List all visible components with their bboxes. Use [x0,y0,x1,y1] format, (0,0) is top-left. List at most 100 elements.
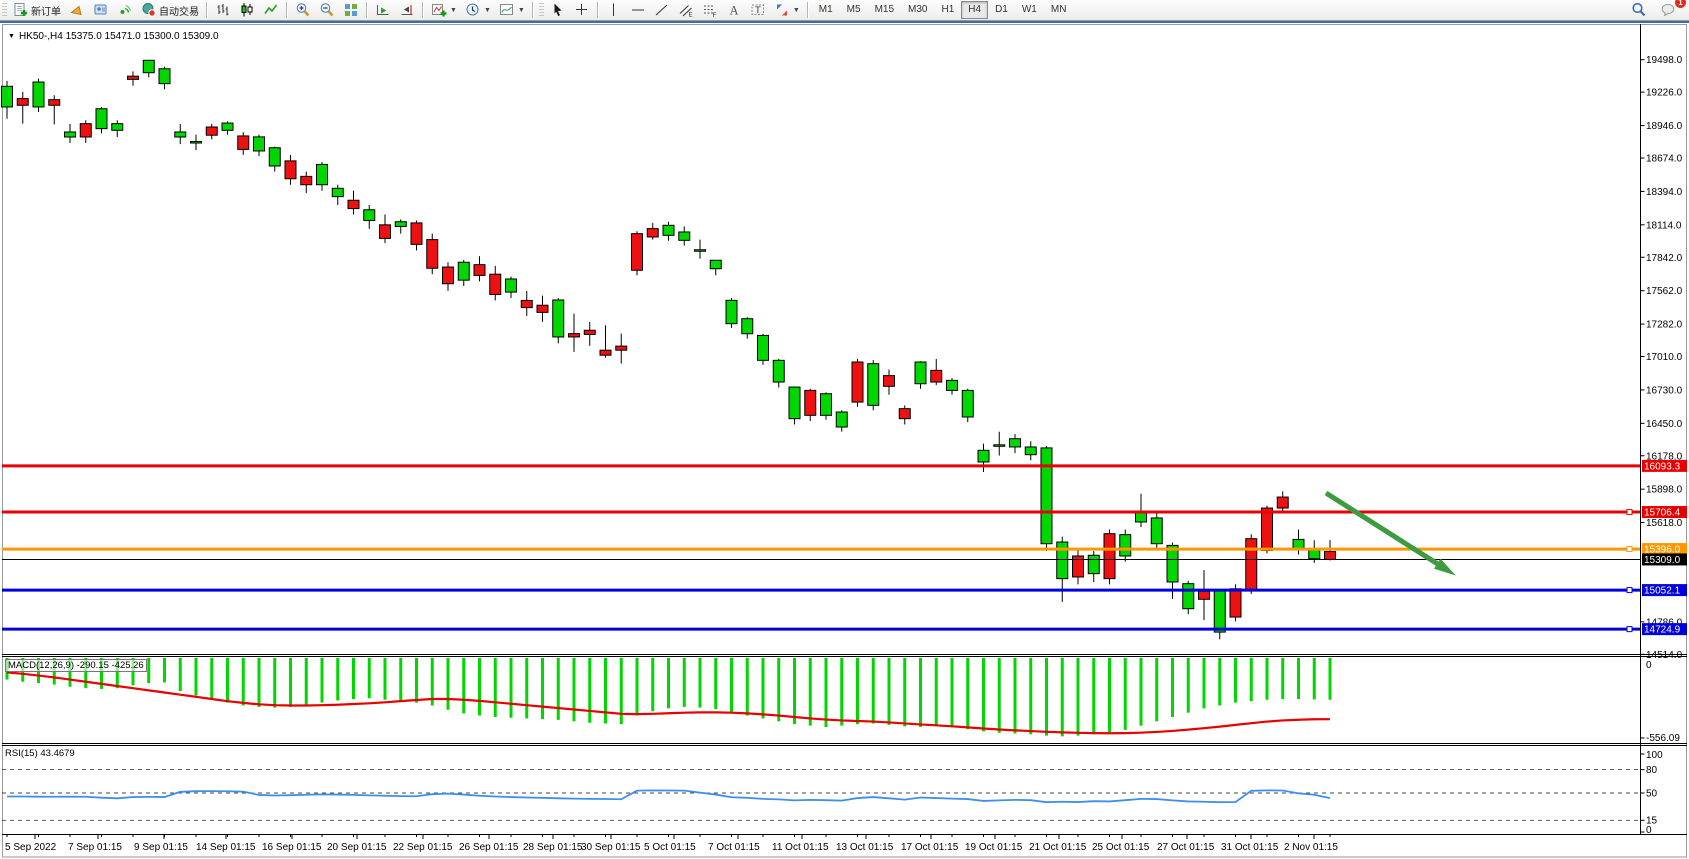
cursor-button[interactable] [546,0,570,20]
price-line-badge-value: 15052.1 [1644,586,1681,597]
sound-button[interactable] [65,0,89,20]
rsi-axis-label: 100 [1646,750,1663,761]
template-button[interactable]: ▼ [495,0,529,20]
price-line-badge-value: 14724.9 [1644,625,1681,636]
publisher-button[interactable] [89,0,113,20]
toolbar-grip[interactable] [2,3,7,17]
indicators-button[interactable]: ▼ [427,0,461,20]
bull-candle [1056,541,1069,580]
search-button[interactable] [1627,0,1651,20]
bear-candle [1229,588,1242,618]
candle-chart-button[interactable] [235,0,259,20]
hline-handle[interactable] [1626,626,1633,633]
bear-candle [300,175,313,186]
chart-window: 19498.0 19226.0 18946.0 18674.0 18394.0 18114… [0,21,1689,859]
main-toolbar: 新订单 自动交易 ▼ ▼ ▼ E F A T ▼ M1 M5 M15 M30 H1 H4 D1 W1 MN 1 [0,0,1689,21]
hline-handle[interactable] [1626,587,1633,594]
price-line-badge-value: 16093.3 [1644,461,1681,472]
bull-candle [709,259,722,270]
bull-candle [111,123,124,131]
bull-candle [363,209,376,222]
timeframe-d1-button[interactable]: D1 [988,1,1015,19]
price-tick-label: 15898.0 [1646,485,1683,496]
bull-candle [662,224,675,236]
chevron-down-icon[interactable]: ▼ [484,7,491,14]
timeframe-w1-button[interactable]: W1 [1015,1,1044,19]
timeframe-h1-button[interactable]: H1 [934,1,961,19]
hline-handle[interactable] [1626,546,1633,553]
channel-button[interactable]: E [674,0,698,20]
bear-candle [646,228,659,238]
bull-candle [552,299,565,338]
bull-candle [694,249,706,252]
indicators-icon [432,4,447,17]
timeframe-h4-button[interactable]: H4 [961,1,989,19]
autotrade-button[interactable]: 自动交易 [137,0,203,20]
chart-menu-caret[interactable]: ▼ [8,33,15,40]
hline-handle[interactable] [1626,509,1633,516]
toolbar-separator [531,2,534,18]
macd-axis-zero: 0 [1646,660,1652,671]
bear-candle [804,389,817,416]
timeframe-m5-button[interactable]: M5 [840,1,868,19]
hline-button[interactable] [626,0,650,20]
bear-candle [127,75,139,80]
bear-candle [284,160,297,180]
signal-icon [120,4,132,14]
price-tick-label: 17010.0 [1646,352,1683,363]
line-chart-button[interactable] [259,0,283,20]
toolbar-separator [366,2,368,18]
line-chart-icon [264,4,278,14]
price-tick-label: 19226.0 [1646,88,1683,99]
chart-symbol-ohlc: ▼ HK50-,H4 15375.0 15471.0 15300.0 15309.… [8,31,219,42]
chart-shift-button[interactable] [395,0,419,20]
timeframe-m30-button[interactable]: M30 [901,1,934,19]
price-tick-label: 18946.0 [1646,121,1683,132]
signal-button[interactable] [113,0,137,20]
bull-candle [1024,446,1037,456]
timeframe-mn-button[interactable]: MN [1044,1,1074,19]
zoom-in-button[interactable] [291,0,315,20]
label-button[interactable]: T [746,0,770,20]
time-tick-label: 21 Oct 01:15 [1029,842,1087,853]
timeframe-m15-button[interactable]: M15 [868,1,901,19]
crosshair-button[interactable] [570,0,594,20]
bull-candle [316,163,328,186]
bear-candle [631,233,643,271]
zoom-out-button[interactable] [315,0,339,20]
notification-badge: 1 [1675,0,1686,8]
bear-candle [1245,538,1258,591]
bear-candle [426,239,439,269]
tile-windows-button[interactable] [339,0,363,20]
chevron-down-icon[interactable]: ▼ [518,7,525,14]
label-icon: T [751,4,764,16]
auto-scroll-button[interactable] [371,0,395,20]
bull-candle [961,389,974,418]
zoom-out-icon [320,3,334,17]
toolbar-grip[interactable] [538,3,544,17]
trendline-button[interactable] [650,0,674,20]
rsi-axis-label: 50 [1646,789,1658,800]
publisher-icon [94,4,107,15]
chevron-down-icon[interactable]: ▼ [450,7,457,14]
chat-button[interactable]: 1 [1657,0,1686,20]
vline-button[interactable] [602,0,626,20]
new-order-button[interactable]: 新订单 [9,0,65,20]
bear-candle [205,126,218,136]
text-button[interactable]: A [722,0,746,20]
price-tick-label: 18674.0 [1646,154,1683,165]
shapes-button[interactable]: ▼ [770,0,804,20]
bull-candle [268,147,281,167]
bear-candle [347,199,360,210]
bull-candle [394,221,407,227]
bull-candle [1292,538,1305,550]
bar-chart-button[interactable] [211,0,235,20]
time-tick-label: 2 Nov 01:15 [1284,842,1338,853]
bull-candle [725,299,738,325]
chevron-down-icon[interactable]: ▼ [793,7,800,14]
clock-button[interactable]: ▼ [461,0,495,20]
bear-candle [851,361,864,403]
chart-canvas[interactable]: 19498.0 19226.0 18946.0 18674.0 18394.0 18114… [0,23,1689,859]
fibonacci-button[interactable]: F [698,0,722,20]
timeframe-m1-button[interactable]: M1 [812,1,840,19]
